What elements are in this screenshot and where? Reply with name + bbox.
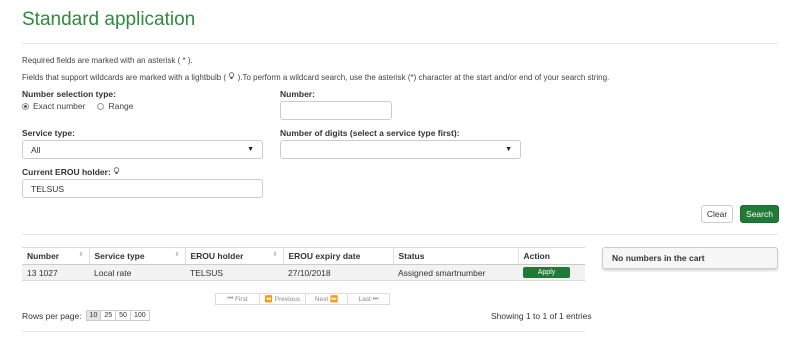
range-label: Range <box>108 101 134 111</box>
sort-icon: ⇕ <box>174 252 180 258</box>
rows-option-25[interactable]: 25 <box>100 310 117 321</box>
wildcard-note: Fields that support wildcards are marked… <box>22 72 610 82</box>
previous-page-button[interactable]: ⏪ Previous <box>259 293 306 305</box>
rows-per-page: Rows per page: 10 25 50 100 <box>22 310 150 321</box>
cell-erou-holder: TELSUS <box>185 264 283 281</box>
lightbulb-icon <box>113 167 120 177</box>
number-selection-radios: Exact number Range <box>22 101 134 111</box>
column-header-service-type[interactable]: Service type ⇕ <box>89 247 186 265</box>
cell-expiry-date: 27/10/2018 <box>283 264 393 281</box>
digits-select[interactable]: ▼ <box>280 140 521 159</box>
digits-label: Number of digits (select a service type … <box>280 128 460 138</box>
page-title: Standard application <box>22 9 196 30</box>
holder-label: Current EROU holder: <box>22 167 111 177</box>
holder-label-row: Current EROU holder: <box>22 167 120 177</box>
rows-option-10[interactable]: 10 <box>85 310 102 321</box>
divider <box>22 331 585 332</box>
clear-button[interactable]: Clear <box>701 205 733 223</box>
column-header-erou-expiry-date[interactable]: EROU expiry date <box>283 247 394 265</box>
column-header-action: Action <box>518 247 585 265</box>
first-icon: ⏮ <box>227 295 235 302</box>
sort-icon: ⇕ <box>272 252 278 258</box>
lightbulb-icon <box>228 72 235 82</box>
number-label: Number: <box>280 89 315 99</box>
column-header-status[interactable]: Status <box>393 247 519 265</box>
last-icon: ⏭ <box>370 295 379 302</box>
cell-number: 13 1027 <box>22 264 89 281</box>
sort-icon: ⇕ <box>78 252 84 258</box>
search-button[interactable]: Search <box>740 205 779 223</box>
table-header-row: Number ⇕ Service type ⇕ EROU holder ⇕ EROU … <box>22 247 585 265</box>
number-input[interactable] <box>280 101 392 120</box>
last-page-button[interactable]: Last ⏭ <box>347 293 390 305</box>
service-type-value: All <box>31 144 41 155</box>
cart-panel: No numbers in the cart <box>602 247 778 269</box>
cell-service-type: Local rate <box>89 264 185 281</box>
chevron-down-icon: ▼ <box>505 146 512 153</box>
column-header-erou-holder[interactable]: EROU holder ⇕ <box>185 247 284 265</box>
chevron-down-icon: ▼ <box>247 146 254 153</box>
table-row: 13 1027 Local rate TELSUS 27/10/2018 Ass… <box>22 264 585 281</box>
pagination: ⏮ First ⏪ Previous Next ⏩ Last ⏭ <box>215 293 390 305</box>
results-table: Number ⇕ Service type ⇕ EROU holder ⇕ EROU … <box>22 247 585 281</box>
divider <box>22 43 778 44</box>
service-type-select[interactable]: All ▼ <box>22 140 263 159</box>
column-header-number[interactable]: Number ⇕ <box>22 247 90 265</box>
cell-status: Assigned smartnumber <box>393 264 518 281</box>
rows-per-page-label: Rows per page: <box>22 310 82 321</box>
cell-action: Apply <box>518 264 585 281</box>
apply-button[interactable]: Apply <box>523 267 570 278</box>
rows-per-page-options: 10 25 50 100 <box>85 310 150 321</box>
holder-input[interactable]: TELSUS <box>22 179 263 198</box>
next-page-button[interactable]: Next ⏩ <box>305 293 348 305</box>
divider <box>22 234 778 235</box>
previous-icon: ⏪ <box>264 296 275 303</box>
number-selection-label: Number selection type: <box>22 89 116 99</box>
exact-number-radio[interactable] <box>22 102 29 110</box>
range-radio[interactable] <box>97 102 105 110</box>
rows-option-100[interactable]: 100 <box>129 310 150 321</box>
rows-option-50[interactable]: 50 <box>115 310 131 321</box>
next-icon: ⏩ <box>328 296 339 303</box>
service-type-label: Service type: <box>22 128 75 138</box>
required-note: Required fields are marked with an aster… <box>22 56 193 65</box>
exact-number-label: Exact number <box>33 101 86 111</box>
first-page-button[interactable]: ⏮ First <box>215 293 260 305</box>
entries-summary: Showing 1 to 1 of 1 entries <box>491 311 592 321</box>
